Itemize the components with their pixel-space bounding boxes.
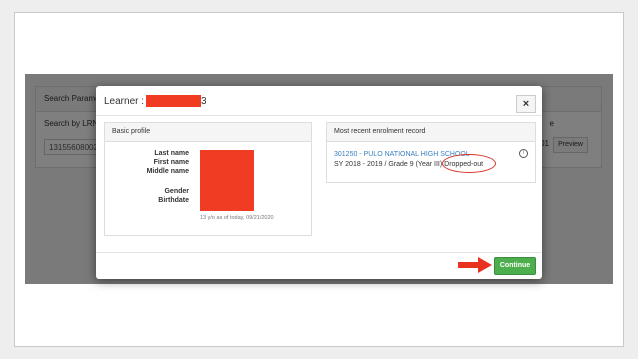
learner-modal: Learner : 3 × Basic profile Last name Fi… xyxy=(96,86,542,279)
modal-title: Learner : 3 xyxy=(104,95,207,107)
modal-footer-divider xyxy=(96,252,542,253)
school-year-grade: SY 2018 - 2019 / Grade 9 (Year III) xyxy=(334,161,443,168)
last-name-label: Last name xyxy=(154,150,189,157)
continue-button[interactable]: Continue xyxy=(494,257,536,275)
modal-title-prefix: Learner : xyxy=(104,95,145,107)
modal-header-divider xyxy=(96,115,542,116)
basic-profile-heading: Basic profile xyxy=(105,123,311,142)
middle-name-label: Middle name xyxy=(146,168,189,175)
age-note: 13 y/o as of today, 09/21/2020 xyxy=(200,215,274,221)
first-name-label: First name xyxy=(153,159,189,166)
redacted-learner-name xyxy=(146,95,202,107)
redacted-profile-details xyxy=(200,150,254,211)
red-arrow-icon xyxy=(458,257,492,273)
gender-label: Gender xyxy=(164,188,189,195)
modal-title-suffix: 3 xyxy=(201,95,207,107)
enrolment-record-panel: Most recent enrolment record 301250 - PU… xyxy=(326,122,536,183)
info-icon[interactable]: i xyxy=(519,149,528,158)
enrolment-record-heading: Most recent enrolment record xyxy=(327,123,535,142)
basic-profile-panel: Basic profile Last name First name Middl… xyxy=(104,122,312,236)
close-button[interactable]: × xyxy=(516,95,536,113)
birthdate-label: Birthdate xyxy=(158,197,189,204)
status-highlight-circle xyxy=(442,154,496,173)
